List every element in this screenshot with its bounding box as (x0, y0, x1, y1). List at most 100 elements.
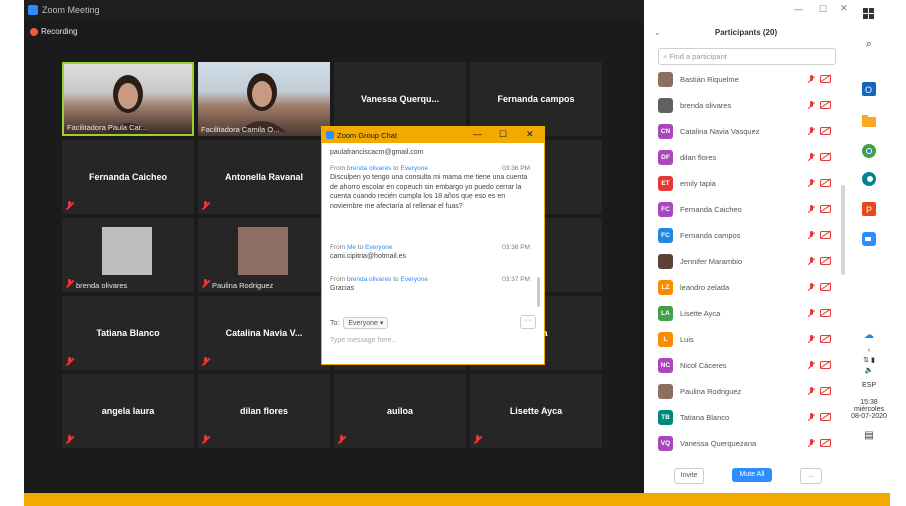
recipient-dropdown[interactable]: Everyone ▾ (343, 317, 389, 329)
weather-icon[interactable]: ☁ (848, 330, 890, 341)
video-off-icon[interactable] (820, 387, 831, 395)
network-icon[interactable]: ⇅ ▮ (848, 356, 890, 364)
participant-row[interactable]: DF dilan flores (658, 148, 836, 168)
video-off-icon[interactable] (820, 283, 831, 291)
edge-icon[interactable] (861, 172, 877, 188)
video-tile[interactable]: Fernanda Caicheo (62, 140, 194, 214)
video-off-icon[interactable] (820, 309, 831, 317)
muted-mic-icon[interactable] (808, 231, 816, 241)
outlook-icon[interactable]: O (861, 82, 877, 98)
chrome-icon[interactable] (861, 144, 877, 160)
muted-mic-icon[interactable] (808, 127, 816, 137)
video-tile[interactable]: Vanessa Querqu... (334, 62, 466, 136)
muted-mic-icon[interactable] (808, 387, 816, 397)
muted-mic-icon[interactable] (808, 335, 816, 345)
muted-mic-icon[interactable] (808, 75, 816, 85)
participant-row[interactable]: FC Fernanda Caicheo (658, 200, 836, 220)
video-off-icon[interactable] (820, 75, 831, 83)
video-tile[interactable]: Paulina Rodriguez (198, 218, 330, 292)
participant-row[interactable]: FC Fernanda campos (658, 226, 836, 246)
more-options-button[interactable]: ··· (520, 315, 536, 329)
video-tile[interactable]: Facilitadora Camila O... (198, 62, 330, 136)
close-icon[interactable]: ✕ (840, 3, 848, 14)
video-off-icon[interactable] (820, 179, 831, 187)
sender-link[interactable]: brenda olivares (347, 165, 391, 172)
recording-indicator[interactable]: Recording (30, 27, 77, 36)
participant-label: brenda olivares (76, 281, 128, 290)
muted-mic-icon[interactable] (808, 309, 816, 319)
muted-mic-icon[interactable] (808, 413, 816, 423)
participant-search-input[interactable]: ⌕ Find a participant (658, 48, 836, 65)
profile-photo (102, 227, 152, 275)
invite-button[interactable]: Invite (674, 468, 704, 484)
video-off-icon[interactable] (820, 257, 831, 265)
participant-row[interactable]: L Luis (658, 330, 836, 350)
video-tile[interactable]: dilan flores (198, 374, 330, 448)
participant-row[interactable]: Jennifer Marambio (658, 252, 836, 272)
mute-all-button[interactable]: Mute All (732, 468, 772, 482)
video-off-icon[interactable] (820, 439, 831, 447)
video-tile[interactable]: brenda olivares (62, 218, 194, 292)
language-indicator[interactable]: ESP (848, 382, 890, 389)
participant-row[interactable]: TB Tatiana Blanco (658, 408, 836, 428)
video-tile[interactable]: Facilitadora Paula Car... (62, 62, 194, 136)
volume-icon[interactable]: 🔈 (848, 366, 890, 374)
video-tile[interactable]: Catalina Navia V... (198, 296, 330, 370)
video-off-icon[interactable] (820, 127, 831, 135)
recipient-link[interactable]: Everyone (400, 276, 427, 283)
video-tile[interactable]: angela laura (62, 374, 194, 448)
video-off-icon[interactable] (820, 153, 831, 161)
notifications-icon[interactable]: ▤ (848, 430, 890, 441)
muted-mic-icon[interactable] (808, 101, 816, 111)
chat-scrollbar[interactable] (537, 277, 540, 307)
participant-row[interactable]: ET emily tapia (658, 174, 836, 194)
chat-message-input[interactable]: Type message here... (330, 337, 397, 344)
video-off-icon[interactable] (820, 101, 831, 109)
participant-row[interactable]: Bastián Riquelme (658, 70, 836, 90)
participant-row[interactable]: LZ leandro zelada (658, 278, 836, 298)
participant-scrollbar[interactable] (841, 185, 845, 275)
clock-date[interactable]: 08-07-2020 (848, 413, 890, 420)
muted-mic-icon[interactable] (808, 361, 816, 371)
muted-mic-icon[interactable] (808, 179, 816, 189)
muted-mic-icon[interactable] (808, 205, 816, 215)
participant-row[interactable]: VQ Vanessa Querquezana (658, 434, 836, 454)
video-tile[interactable]: Antonella Ravanal (198, 140, 330, 214)
video-off-icon[interactable] (820, 413, 831, 421)
video-tile[interactable]: Tatiana Blanco (62, 296, 194, 370)
participant-row[interactable]: brenda olivares (658, 96, 836, 116)
more-button[interactable]: ... (800, 468, 822, 484)
close-button[interactable]: ✕ (526, 129, 534, 140)
windows-icon[interactable] (861, 8, 877, 24)
file-explorer-icon[interactable] (861, 115, 877, 131)
participant-row[interactable]: NC Nicol Cáceres (658, 356, 836, 376)
maximize-button[interactable]: ☐ (499, 129, 507, 140)
video-tile[interactable]: Lisette Ayca (470, 374, 602, 448)
search-icon[interactable]: ⌕ (861, 36, 877, 52)
zoom-icon[interactable] (861, 232, 877, 248)
sender-link[interactable]: Me (347, 244, 356, 251)
video-off-icon[interactable] (820, 335, 831, 343)
sender-link[interactable]: brenda olivares (347, 276, 391, 283)
recipient-link[interactable]: Everyone (400, 165, 427, 172)
video-off-icon[interactable] (820, 361, 831, 369)
muted-mic-icon[interactable] (808, 257, 816, 267)
powerpoint-icon[interactable]: P (861, 202, 877, 218)
participant-row[interactable]: Paulina Rodriguez (658, 382, 836, 402)
participant-row[interactable]: CN Catalina Navia Vasquez (658, 122, 836, 142)
recipient-link[interactable]: Everyone (365, 244, 392, 251)
video-tile[interactable]: auiloa (334, 374, 466, 448)
minimize-button[interactable]: — (473, 129, 482, 139)
clock-day[interactable]: miércoles (848, 406, 890, 413)
clock-time[interactable]: 15:38 (848, 399, 890, 406)
video-off-icon[interactable] (820, 205, 831, 213)
maximize-icon[interactable]: ☐ (819, 4, 827, 15)
video-tile[interactable]: Fernanda campos (470, 62, 602, 136)
muted-mic-icon[interactable] (808, 283, 816, 293)
minimize-icon[interactable]: — (794, 4, 803, 14)
chevron-left-icon[interactable]: ‹ (848, 347, 890, 354)
muted-mic-icon[interactable] (808, 439, 816, 449)
participant-row[interactable]: LA Lisette Ayca (658, 304, 836, 324)
video-off-icon[interactable] (820, 231, 831, 239)
muted-mic-icon[interactable] (808, 153, 816, 163)
